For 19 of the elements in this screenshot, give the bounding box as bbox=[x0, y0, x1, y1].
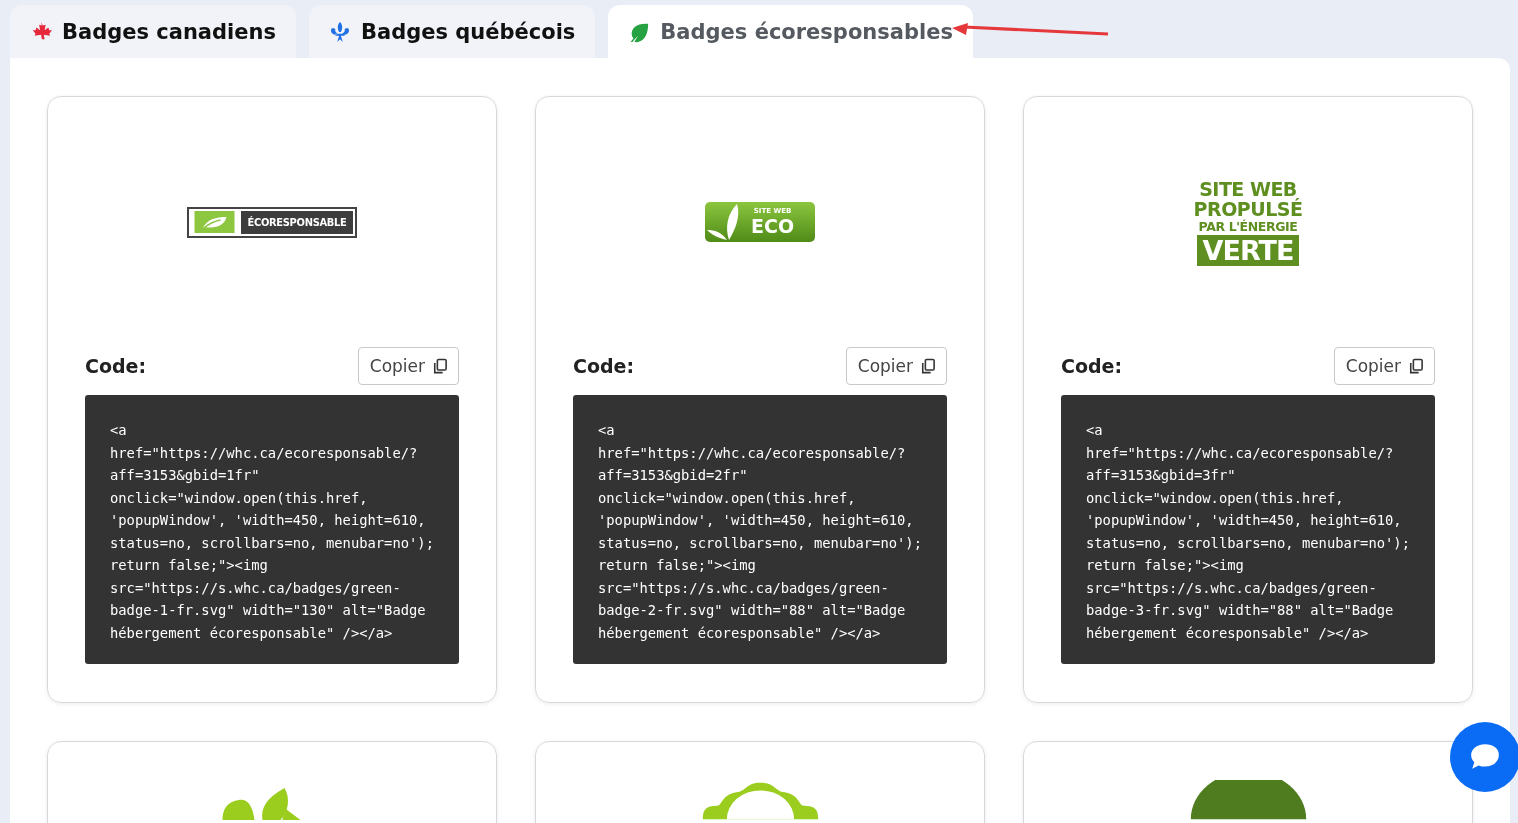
tab[interactable]: Badges canadiens bbox=[10, 5, 296, 58]
copy-button[interactable]: Copier bbox=[1333, 347, 1435, 385]
tab[interactable]: Badges québécois bbox=[308, 5, 596, 58]
tab[interactable]: Badges écoresponsables bbox=[608, 5, 973, 58]
chat-bubble-icon bbox=[1469, 742, 1501, 772]
copy-icon bbox=[1409, 357, 1423, 375]
copy-button[interactable]: Copier bbox=[845, 347, 947, 385]
copy-button[interactable]: Copier bbox=[357, 347, 459, 385]
copy-icon bbox=[433, 357, 447, 375]
copy-icon bbox=[921, 357, 935, 375]
code-block: <a href="https://whc.ca/ecoresponsable/? aff=3153&gbid=1fr" onclick="window.open(this.href, 'popupWindow', 'width=450, height=610, status=no, scrollbars=no, menubar=no'); return false;"><img src="https://s.whc.ca/badges/green- badge-1-fr.svg" width="130" alt="Badge hébergement écoresponsable" /></a> bbox=[85, 395, 459, 664]
code-block: <a href="https://whc.ca/ecoresponsable/? aff=3153&gbid=2fr" onclick="window.open(this.href, 'popupWindow', 'width=450, height=610, status=no, scrollbars=no, menubar=no'); return false;"><img src="https://s.whc.ca/badges/green- badge-2-fr.svg" width="88" alt="Badge hébergement écoresponsable" /></a> bbox=[573, 395, 947, 664]
fleur-de-lis-icon bbox=[328, 20, 351, 43]
badge-image: SITE WEB PROPULSÉ PAR L'ÉNERGIE VERTE bbox=[1193, 179, 1303, 267]
code-label: Code: bbox=[1061, 355, 1123, 377]
badge-image: ÉCORESPONSABLE bbox=[187, 206, 357, 238]
code-label: Code: bbox=[85, 355, 147, 377]
code-label: Code: bbox=[573, 355, 635, 377]
code-block: <a href="https://whc.ca/ecoresponsable/? aff=3153&gbid=3fr" onclick="window.open(this.href, 'popupWindow', 'width=450, height=610, status=no, scrollbars=no, menubar=no'); return false;"><img src="https://s.whc.ca/badges/green- badge-3-fr.svg" width="88" alt="Badge hébergement écoresponsable" /></a> bbox=[1061, 395, 1435, 664]
